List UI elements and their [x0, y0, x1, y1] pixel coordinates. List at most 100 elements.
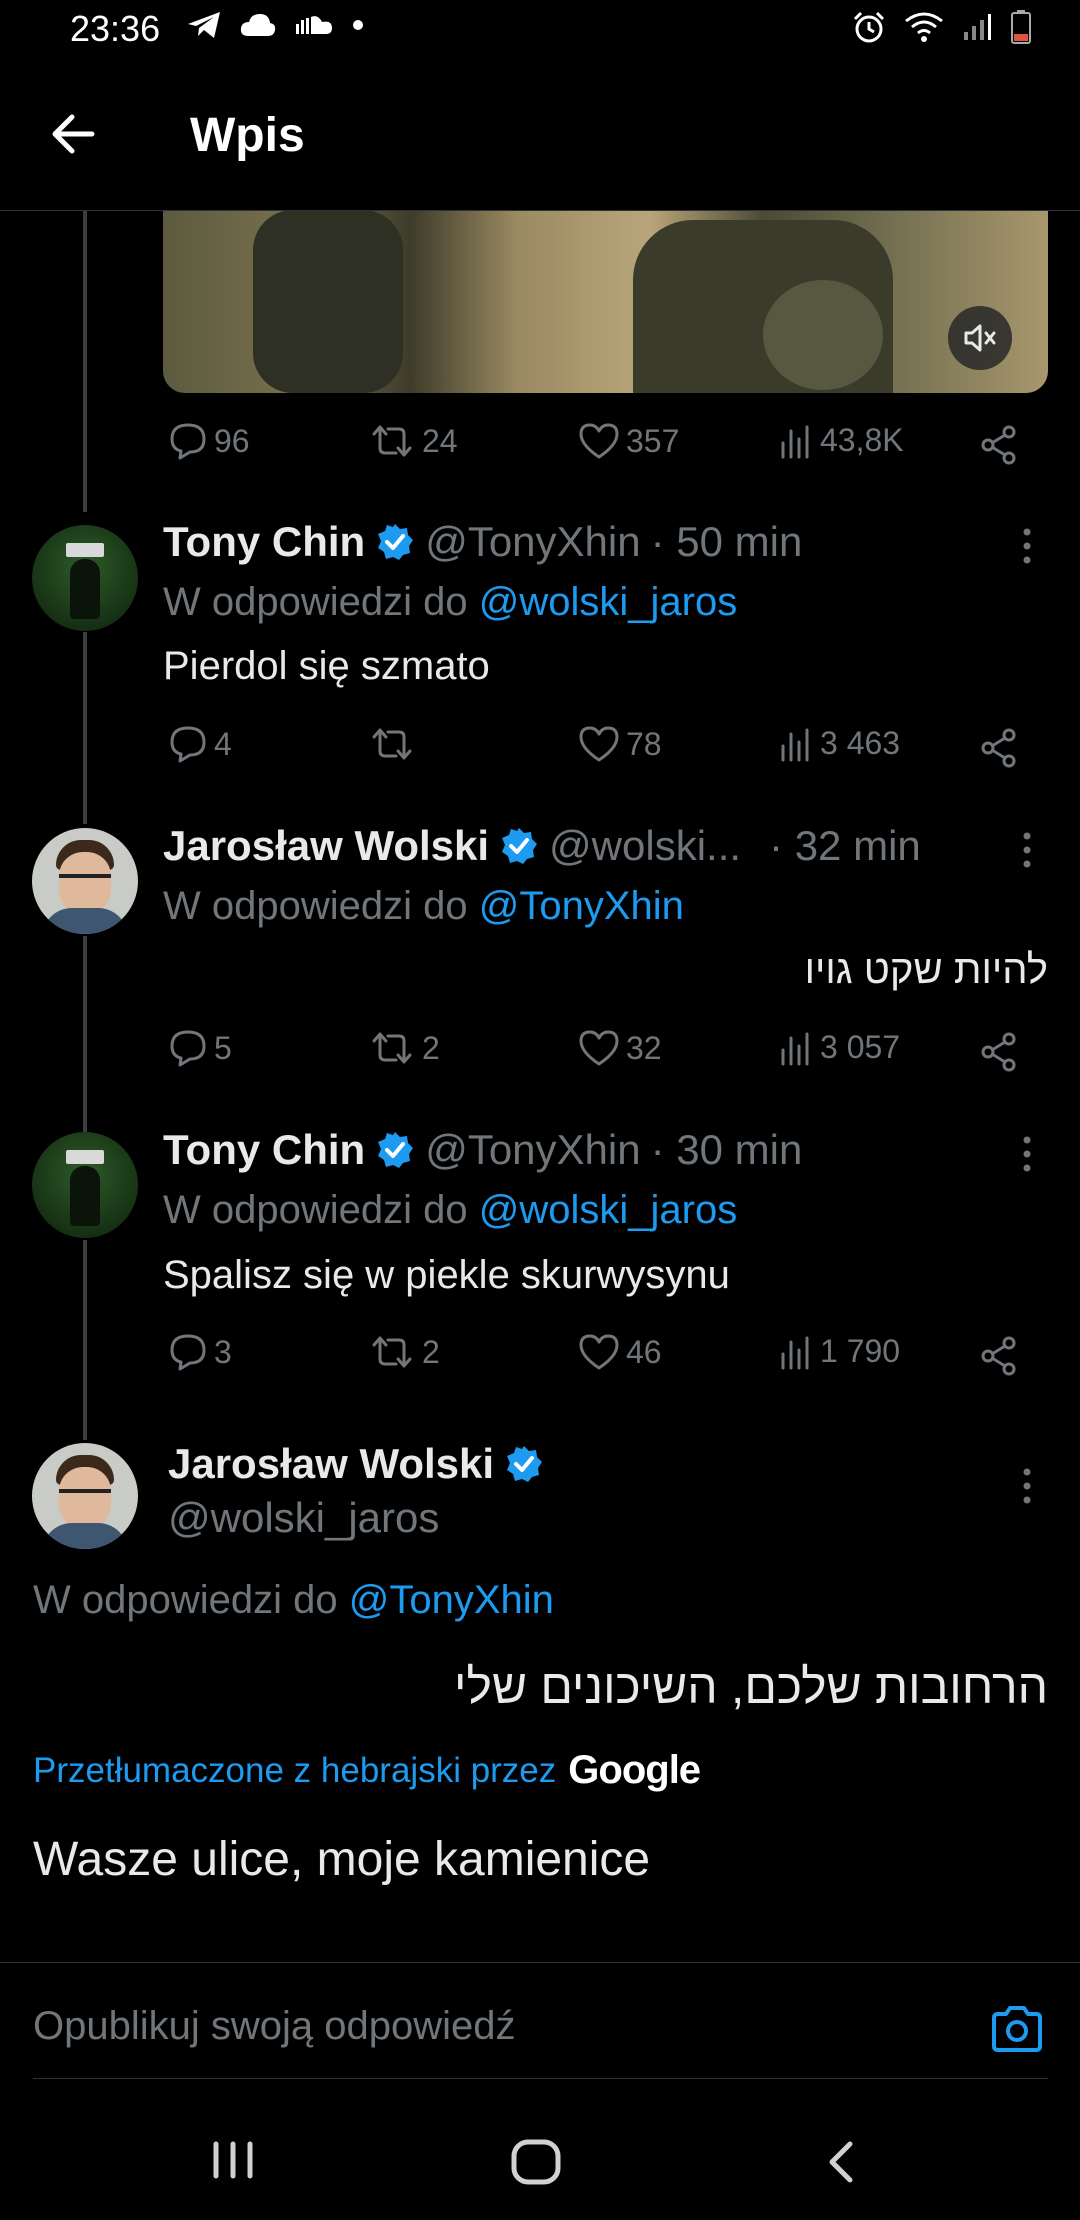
tweet-time[interactable]: · 32 min	[769, 822, 921, 870]
like-button[interactable]: 357	[578, 422, 679, 460]
retweet-icon	[372, 728, 412, 760]
heart-icon	[579, 726, 619, 762]
reply-input[interactable]: Opublikuj swoją odpowiedź	[33, 2004, 516, 2049]
more-options-icon[interactable]	[1019, 1134, 1035, 1174]
tweet-time[interactable]: · 30 min	[651, 1126, 803, 1174]
retweet-count: 2	[422, 1333, 440, 1370]
user-handle[interactable]: @TonyXhin	[425, 1126, 640, 1174]
share-icon[interactable]	[978, 1031, 1020, 1073]
thread-connector	[83, 1240, 87, 1440]
user-name[interactable]: Jarosław Wolski	[163, 822, 489, 870]
like-count: 357	[626, 422, 680, 459]
reply-button[interactable]: 96	[168, 422, 250, 460]
google-logo: Google	[568, 1748, 701, 1792]
retweet-count: 24	[422, 422, 458, 459]
volume-muted-icon	[964, 324, 996, 352]
soundcloud-icon	[296, 16, 332, 34]
camera-icon[interactable]	[990, 2004, 1044, 2054]
tweet-text: הרחובות שלכם, השיכונים שלי	[454, 1661, 1048, 1714]
tweet-time[interactable]: · 50 min	[651, 518, 803, 566]
share-icon[interactable]	[978, 424, 1020, 466]
user-name[interactable]: Jarosław Wolski	[168, 1440, 494, 1488]
mute-button[interactable]	[948, 306, 1012, 370]
user-handle[interactable]: @TonyXhin	[425, 518, 640, 566]
like-count: 46	[626, 1333, 662, 1370]
avatar[interactable]	[32, 1443, 138, 1549]
translation-attribution: Przetłumaczone z hebrajski przez Google	[33, 1748, 701, 1793]
reply-to-line: W odpowiedzi do @wolski_jaros	[163, 1188, 737, 1233]
heart-icon	[579, 1334, 619, 1370]
view-count: 1 790	[820, 1333, 901, 1369]
like-button[interactable]: 32	[578, 1029, 662, 1067]
user-name[interactable]: Tony Chin	[163, 1126, 365, 1174]
system-nav-bar	[0, 2100, 1080, 2220]
views-button[interactable]: 3 463	[778, 725, 900, 762]
tweet-text: Pierdol się szmato	[163, 644, 490, 688]
tweet-actions: 3 2 46 1 790	[163, 1333, 1033, 1383]
recent-apps-icon[interactable]	[208, 2138, 258, 2182]
heart-icon	[579, 1030, 619, 1066]
retweet-button[interactable]: 24	[368, 422, 458, 460]
reply-to-prefix: W odpowiedzi do	[163, 580, 468, 624]
retweet-button[interactable]: 2	[368, 1333, 440, 1371]
translated-label[interactable]: Przetłumaczone z hebrajski przez	[33, 1751, 556, 1791]
more-options-icon[interactable]	[1019, 830, 1035, 870]
tweet-video[interactable]	[163, 210, 1048, 393]
retweet-button[interactable]: 2	[368, 1029, 440, 1067]
tweet-text: Spalisz się w piekle skurwysynu	[163, 1253, 730, 1297]
reply-to-prefix: W odpowiedzi do	[163, 884, 468, 928]
home-icon[interactable]	[510, 2138, 562, 2186]
like-count: 32	[626, 1029, 662, 1066]
heart-icon	[579, 423, 619, 459]
signal-icon	[964, 14, 991, 40]
user-handle[interactable]: @wolski...	[549, 822, 741, 870]
reply-button[interactable]: 4	[168, 725, 232, 763]
views-icon	[781, 1336, 809, 1369]
share-icon[interactable]	[978, 727, 1020, 769]
tweet-header: Jarosław Wolski @wolski... · 32 min	[163, 822, 921, 870]
views-icon	[781, 728, 809, 761]
reply-to-line: W odpowiedzi do @TonyXhin	[163, 884, 684, 929]
verified-badge-icon	[502, 828, 538, 864]
views-button[interactable]: 3 057	[778, 1029, 900, 1066]
like-count: 78	[626, 725, 662, 762]
back-arrow-icon[interactable]	[44, 104, 104, 164]
reply-to-mention[interactable]: @wolski_jaros	[479, 580, 737, 624]
user-handle[interactable]: @wolski_jaros	[168, 1494, 439, 1542]
retweet-icon	[372, 425, 412, 457]
views-icon	[781, 425, 809, 458]
reply-to-mention[interactable]: @TonyXhin	[479, 884, 684, 928]
tweet-header: Jarosław Wolski	[168, 1440, 544, 1488]
reply-to-mention[interactable]: @wolski_jaros	[479, 1188, 737, 1232]
back-nav-icon[interactable]	[820, 2138, 860, 2186]
views-button[interactable]: 43,8K	[778, 422, 904, 459]
alarm-icon	[853, 11, 885, 43]
status-bar: 23:36	[0, 0, 1080, 64]
reply-button[interactable]: 3	[168, 1333, 232, 1371]
views-button[interactable]: 1 790	[778, 1333, 900, 1370]
retweet-icon	[372, 1336, 412, 1368]
battery-icon	[1011, 10, 1031, 44]
thread-connector	[83, 632, 87, 824]
more-options-icon[interactable]	[1019, 1466, 1035, 1506]
page-title: Wpis	[190, 109, 305, 162]
avatar[interactable]	[32, 1132, 138, 1238]
reply-button[interactable]: 5	[168, 1029, 232, 1067]
like-button[interactable]: 46	[578, 1333, 662, 1371]
thread-connector	[83, 210, 87, 512]
like-button[interactable]: 78	[578, 725, 662, 763]
avatar[interactable]	[32, 828, 138, 934]
view-count: 3 463	[820, 725, 901, 761]
status-time: 23:36	[70, 8, 161, 49]
retweet-button[interactable]	[368, 725, 422, 763]
share-icon[interactable]	[978, 1335, 1020, 1377]
reply-to-prefix: W odpowiedzi do	[33, 1578, 338, 1622]
avatar[interactable]	[32, 525, 138, 631]
reply-to-line: W odpowiedzi do @TonyXhin	[33, 1578, 554, 1623]
reply-to-line: W odpowiedzi do @wolski_jaros	[163, 580, 737, 625]
tweet-actions: 4 78 3 463	[163, 725, 1033, 775]
more-options-icon[interactable]	[1019, 526, 1035, 566]
reply-to-mention[interactable]: @TonyXhin	[349, 1578, 554, 1622]
user-name[interactable]: Tony Chin	[163, 518, 365, 566]
divider	[33, 2078, 1048, 2079]
